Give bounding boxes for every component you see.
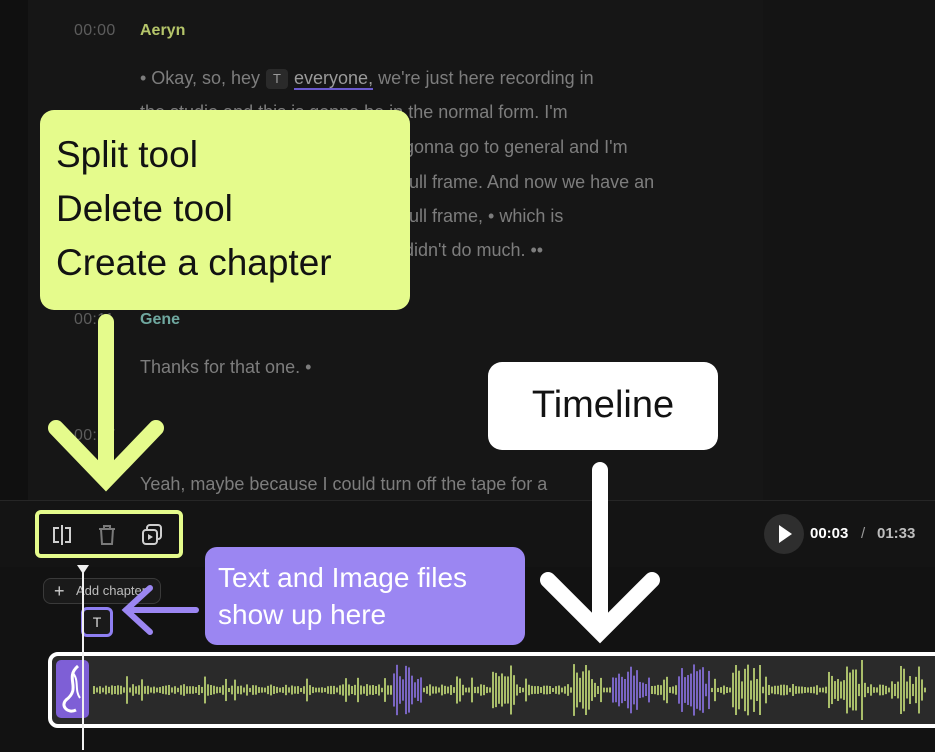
transcript-line[interactable]: full frame, • which is (404, 206, 563, 227)
playhead[interactable] (82, 570, 84, 750)
create-chapter-button[interactable] (137, 520, 167, 550)
transcript-line[interactable]: full frame. And now we have an (404, 172, 654, 193)
callout-line: show up here (218, 599, 387, 630)
timestamp[interactable]: 00:11 (74, 311, 114, 329)
transcript-line[interactable]: Thanks for that one. • (140, 357, 311, 378)
transcript-line[interactable]: gonna go to general and I'm (404, 137, 628, 158)
timestamp[interactable]: 00:00 (74, 22, 116, 40)
clip-thumbnail-icon (62, 664, 81, 713)
total-time: 01:33 (877, 525, 916, 542)
transcript-line[interactable]: Yeah, maybe because I could turn off the… (140, 474, 547, 495)
play-button[interactable] (764, 514, 804, 554)
left-rail (0, 0, 29, 500)
transcript-text: • Okay, so, hey (140, 68, 261, 88)
highlighted-word[interactable]: everyone, (294, 68, 374, 90)
callout-line: Delete tool (56, 188, 233, 229)
transcript-line[interactable]: • Okay, so, hey Teveryone, we're just her… (140, 68, 594, 90)
playhead-handle[interactable] (77, 565, 89, 574)
files-callout: Text and Image files show up here (205, 547, 525, 645)
chapter-icon (142, 524, 162, 545)
delete-button[interactable] (92, 520, 122, 550)
text-marker-icon[interactable]: T (266, 69, 289, 89)
transcript-text: we're just here recording in (378, 68, 594, 88)
time-separator: / (861, 525, 866, 542)
callout-line: Create a chapter (56, 242, 332, 283)
clip-thumbnail[interactable] (56, 660, 89, 718)
current-time: 00:03 (810, 525, 849, 542)
text-file-chip[interactable]: T (81, 607, 113, 637)
play-icon (779, 525, 792, 543)
plus-icon: + (54, 581, 65, 601)
add-chapter-button[interactable]: + Add chapter (43, 578, 161, 604)
callout-line: Split tool (56, 134, 198, 175)
split-icon (53, 525, 71, 545)
split-button[interactable] (47, 520, 77, 550)
audio-waveform[interactable] (92, 660, 932, 720)
add-chapter-label: Add chapter (76, 583, 147, 598)
transcript-line[interactable]: didn't do much. •• (404, 240, 543, 261)
speaker-name[interactable]: Gene (140, 311, 180, 329)
timestamp[interactable]: 00:17 (74, 427, 116, 445)
speaker-name[interactable]: Aeryn (140, 22, 185, 40)
timeline-callout: Timeline (488, 362, 718, 450)
callout-line: Text and Image files (218, 562, 468, 593)
tools-callout: Split tool Delete tool Create a chapter (40, 110, 410, 310)
trash-icon (99, 525, 115, 545)
